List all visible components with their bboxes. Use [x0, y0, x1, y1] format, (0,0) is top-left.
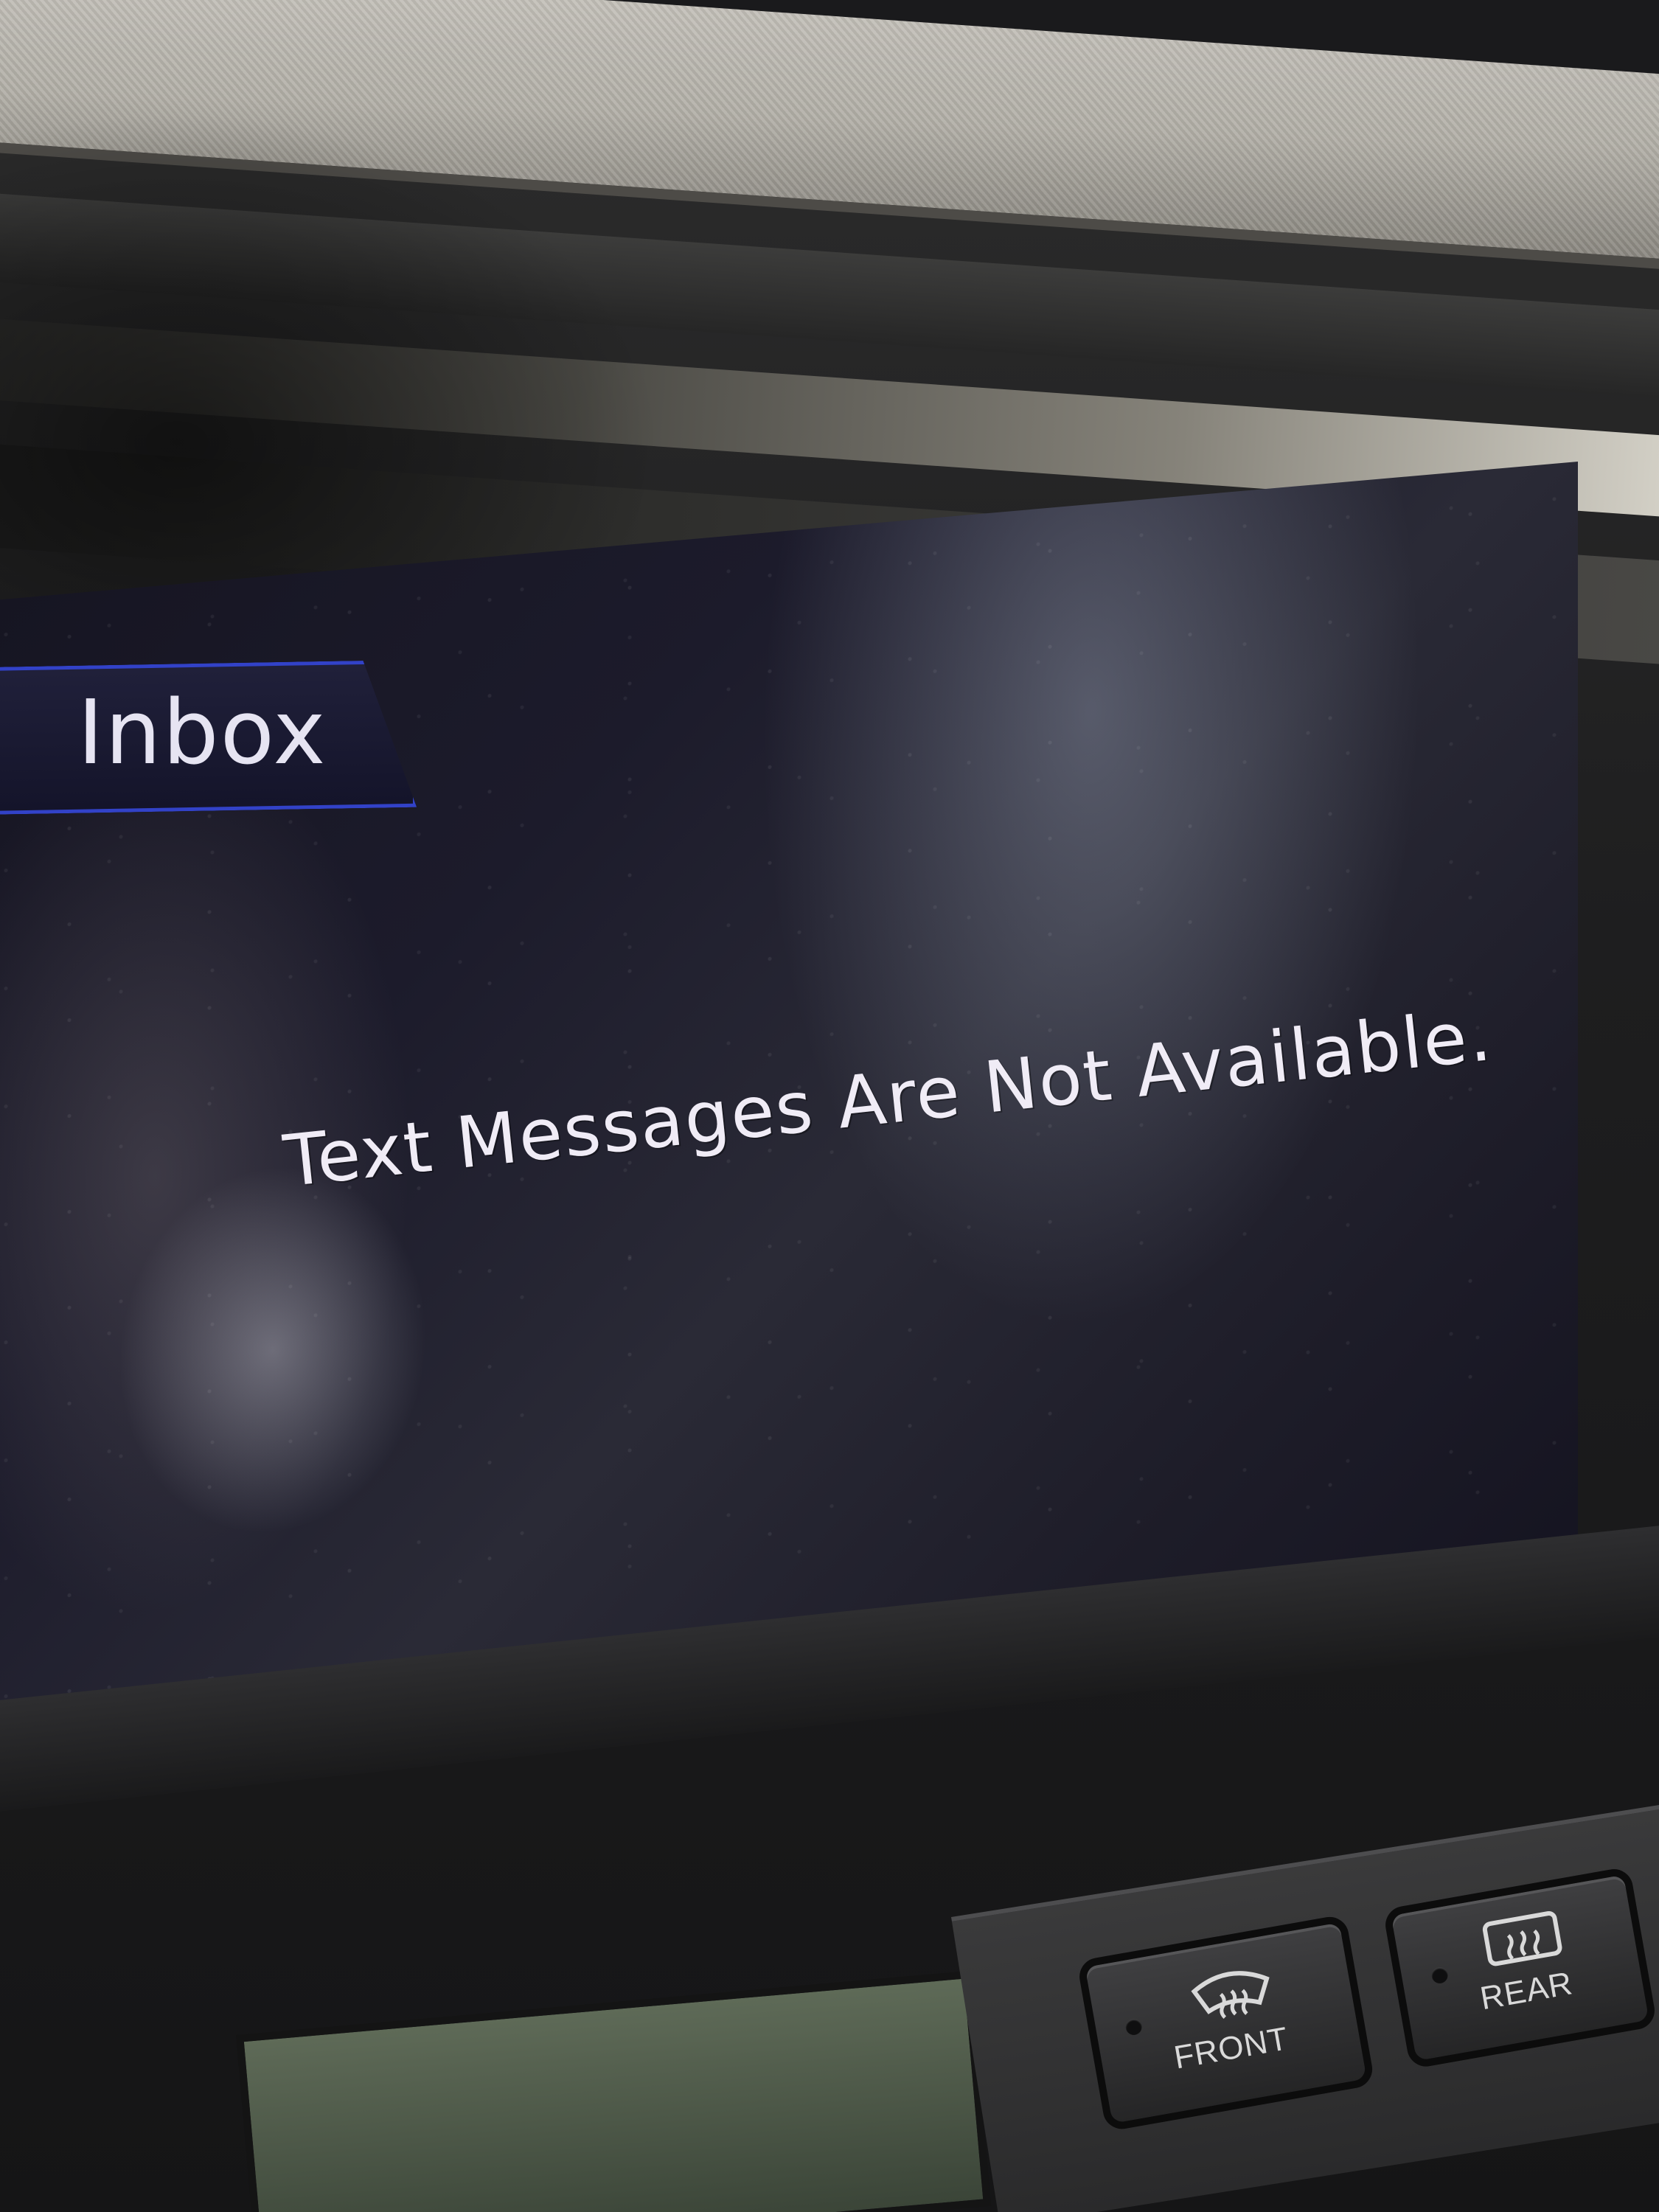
- indicator-led: [1430, 1966, 1450, 1985]
- indicator-led: [1124, 2017, 1144, 2037]
- glare-right: [759, 462, 1423, 1360]
- dashboard-photo: Inbox Text Messages Are Not Available. F…: [0, 0, 1659, 2212]
- glare-center: [118, 1152, 428, 1548]
- tab-inbox-label: Inbox: [77, 682, 327, 785]
